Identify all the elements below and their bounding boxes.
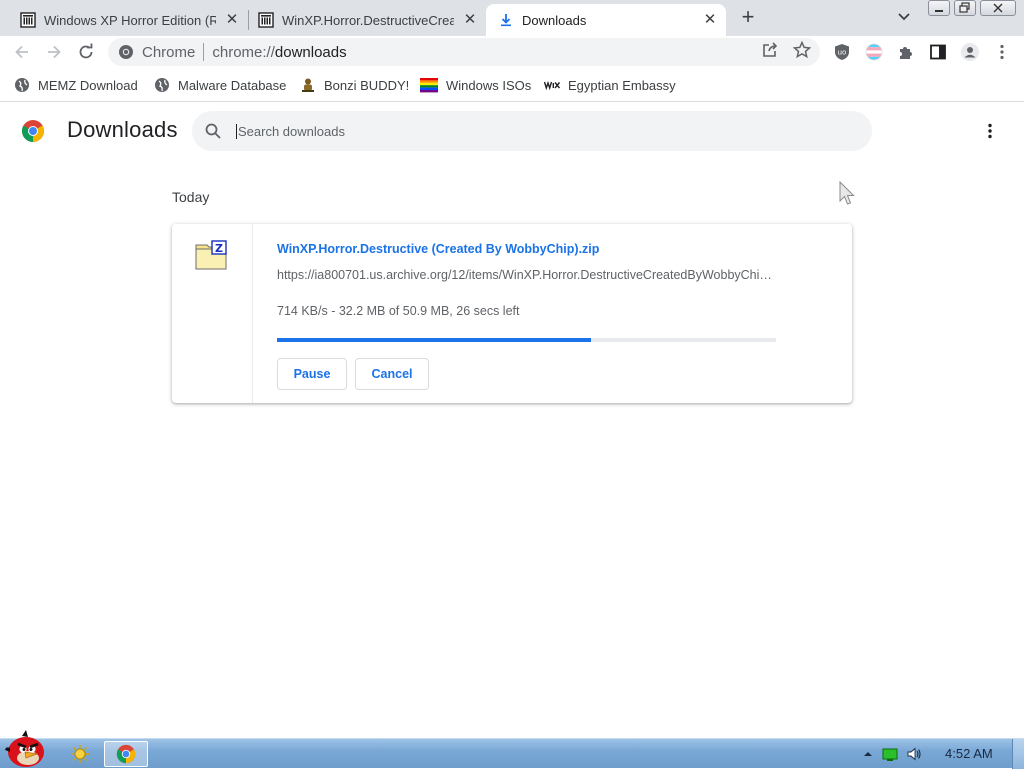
- taskbar-explorer-button[interactable]: [58, 741, 102, 767]
- download-item-card: Z WinXP.Horror.Destructive (Created By W…: [172, 224, 852, 403]
- restore-button[interactable]: [954, 0, 976, 16]
- tab-title: WinXP.Horror.DestructiveCrea: [282, 12, 454, 28]
- download-icon: [501, 14, 511, 27]
- file-name-link[interactable]: WinXP.Horror.Destructive (Created By Wob…: [277, 242, 599, 256]
- chevron-up-icon[interactable]: [860, 746, 876, 762]
- chevron-down-icon[interactable]: [894, 9, 914, 25]
- kebab-menu-icon[interactable]: [992, 42, 1012, 62]
- tab-windows-xp-horror[interactable]: Windows XP Horror Edition (R ✕: [8, 4, 248, 36]
- chrome-logo-icon: [22, 120, 44, 142]
- chrome-icon: [116, 744, 136, 764]
- downloads-page: Downloads Today Z WinXP.Horror.Destructi…: [0, 103, 1024, 738]
- ublock-icon[interactable]: uo: [832, 42, 852, 62]
- svg-text:uo: uo: [838, 49, 847, 57]
- bookmark-label: Egyptian Embassy: [568, 77, 676, 93]
- date-section-header: Today: [172, 189, 210, 205]
- zip-file-icon: Z: [195, 240, 227, 270]
- minimize-icon: [935, 10, 943, 12]
- taskbar-chrome-button[interactable]: [104, 741, 148, 767]
- close-icon[interactable]: ✕: [462, 12, 478, 28]
- bookmark-memz-download[interactable]: MEMZ Download: [14, 75, 138, 95]
- volume-icon[interactable]: [906, 746, 922, 762]
- download-progress-bar: [277, 338, 776, 342]
- page-title: Downloads: [67, 117, 178, 142]
- close-window-button[interactable]: [980, 0, 1016, 16]
- bookmark-label: MEMZ Download: [38, 77, 138, 93]
- kebab-menu-icon[interactable]: [980, 121, 1000, 141]
- download-status: 714 KB/s - 32.2 MB of 50.9 MB, 26 secs l…: [277, 304, 520, 318]
- omnibox-divider: [203, 43, 205, 61]
- bookmark-bonzi-buddy[interactable]: Bonzi BUDDY!: [300, 75, 409, 95]
- archive-icon: [258, 12, 274, 28]
- progress-fill: [277, 338, 592, 342]
- share-icon[interactable]: [760, 40, 780, 60]
- bookmark-label: Bonzi BUDDY!: [324, 77, 410, 93]
- new-tab-button[interactable]: +: [736, 6, 760, 30]
- side-panel-icon[interactable]: [928, 42, 948, 62]
- bookmark-windows-isos[interactable]: Windows ISOs: [420, 75, 531, 95]
- bookmark-label: Malware Database: [178, 77, 287, 93]
- search-input[interactable]: [236, 123, 836, 139]
- search-bar[interactable]: [192, 111, 872, 151]
- bookmarks-bar: MEMZ Download Malware Database Bonzi BUD…: [0, 68, 1024, 102]
- close-icon[interactable]: ✕: [224, 12, 240, 28]
- puzzle-icon[interactable]: [896, 42, 916, 62]
- toolbar: Chrome chrome://downloads uo: [0, 36, 1024, 68]
- url-host: downloads: [274, 43, 347, 61]
- chrome-chip[interactable]: Chrome: [118, 44, 195, 61]
- globe-icon: [15, 78, 29, 92]
- chrome-chip-label: Chrome: [142, 43, 196, 61]
- star-icon[interactable]: [792, 40, 812, 60]
- bookmark-egyptian-embassy[interactable]: Egyptian Embassy: [544, 75, 676, 95]
- tab-winxp-destructive[interactable]: WinXP.Horror.DestructiveCrea ✕: [246, 4, 486, 36]
- file-icon-column: Z: [172, 224, 253, 403]
- svg-text:Z: Z: [215, 242, 223, 255]
- reload-icon[interactable]: [76, 42, 96, 62]
- tab-title: Downloads: [522, 12, 587, 28]
- tab-downloads[interactable]: Downloads ✕: [486, 4, 726, 36]
- file-source-url[interactable]: https://ia800701.us.archive.org/12/items…: [277, 268, 777, 282]
- globe-icon: [155, 78, 169, 92]
- bonzi-icon: [302, 78, 314, 92]
- pause-button[interactable]: Pause: [277, 358, 347, 390]
- wix-icon: [544, 80, 560, 91]
- minimize-button[interactable]: [928, 0, 950, 16]
- back-arrow-icon[interactable]: [12, 42, 32, 62]
- address-bar[interactable]: Chrome chrome://downloads: [108, 38, 820, 66]
- search-icon: [205, 123, 221, 139]
- trans-flag-icon[interactable]: [864, 42, 884, 62]
- close-icon: [993, 3, 1003, 13]
- network-icon[interactable]: [882, 746, 898, 762]
- url-scheme: chrome://: [212, 43, 275, 61]
- taskbar: 4:52 AM: [0, 730, 1024, 769]
- cancel-button[interactable]: Cancel: [355, 358, 429, 390]
- restore-icon: [959, 2, 970, 13]
- sun-folder-icon: [71, 745, 89, 763]
- close-icon[interactable]: ✕: [702, 12, 718, 28]
- bookmark-label: Windows ISOs: [446, 77, 532, 93]
- show-desktop-button[interactable]: [1012, 739, 1024, 769]
- archive-icon: [20, 12, 36, 28]
- start-button-angry-bird-icon[interactable]: [4, 730, 50, 768]
- tab-strip: Windows XP Horror Edition (R ✕ WinXP.Hor…: [0, 0, 1024, 36]
- chrome-icon: [119, 45, 133, 59]
- forward-arrow-icon[interactable]: [44, 42, 64, 62]
- mouse-cursor-icon: [839, 181, 855, 205]
- bookmark-malware-database[interactable]: Malware Database: [154, 75, 286, 95]
- profile-avatar-icon[interactable]: [960, 42, 980, 62]
- tab-title: Windows XP Horror Edition (R: [44, 12, 216, 28]
- taskbar-clock[interactable]: 4:52 AM: [945, 746, 993, 761]
- rainbow-flag-icon: [420, 78, 438, 93]
